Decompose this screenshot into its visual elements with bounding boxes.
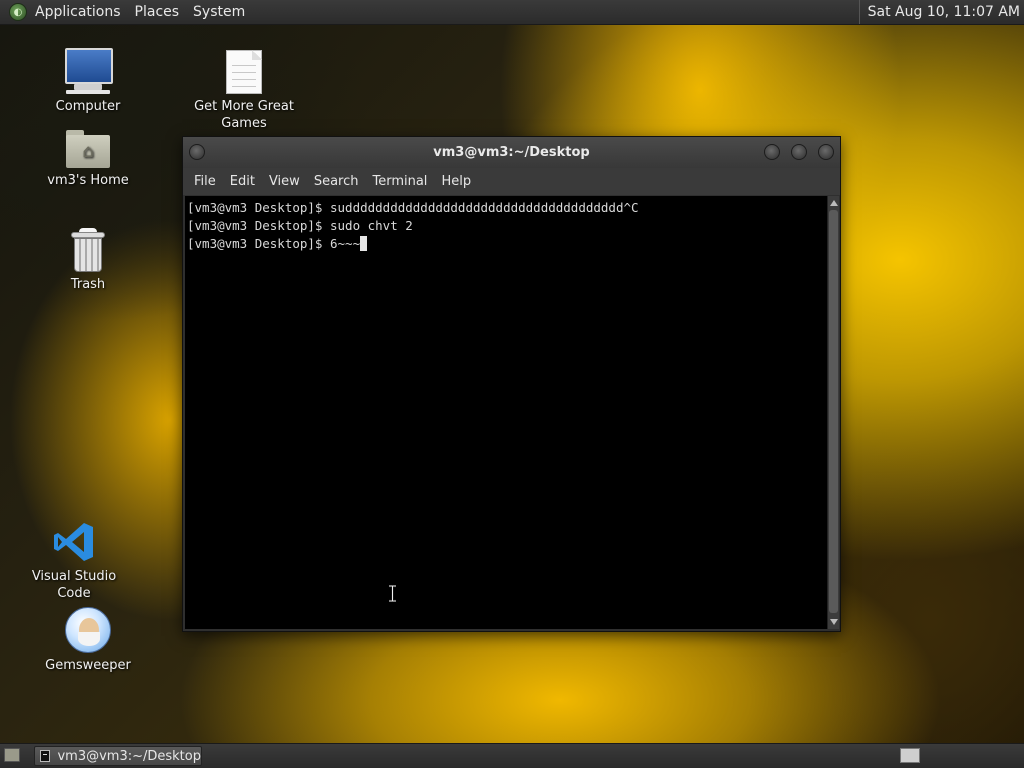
bottom-panel: vm3@vm3:~/Desktop <box>0 743 1024 768</box>
desktop-icon-gemsweeper[interactable]: Gemsweeper <box>28 607 148 674</box>
desktop-icon-label: Gemsweeper <box>45 658 131 673</box>
terminal-line-current: [vm3@vm3 Desktop]$ 6~~~ <box>187 235 825 253</box>
top-panel: ◐ Applications Places System Sat Aug 10,… <box>0 0 1024 25</box>
document-icon <box>226 50 262 94</box>
menu-file[interactable]: File <box>187 168 223 195</box>
menu-edit[interactable]: Edit <box>223 168 262 195</box>
applications-menu[interactable]: Applications <box>33 0 129 24</box>
terminal-window[interactable]: vm3@vm3:~/Desktop File Edit View Search … <box>182 136 841 632</box>
desktop-icon-label: vm3's Home <box>47 173 129 188</box>
desktop-icon-label: Visual Studio Code <box>31 569 117 601</box>
show-desktop-icon[interactable] <box>4 748 20 762</box>
menu-terminal[interactable]: Terminal <box>365 168 434 195</box>
clock[interactable]: Sat Aug 10, 11:07 AM <box>858 0 1020 24</box>
close-button[interactable] <box>818 144 834 160</box>
places-menu[interactable]: Places <box>129 0 188 24</box>
desktop-icon-vscode[interactable]: Visual Studio Code <box>14 520 134 602</box>
taskbar-button-label: vm3@vm3:~/Desktop <box>57 748 201 764</box>
gemsweeper-icon <box>65 607 111 653</box>
window-menu-button[interactable] <box>189 144 205 160</box>
scrollbar-thumb[interactable] <box>829 210 838 613</box>
maximize-button[interactable] <box>791 144 807 160</box>
terminal-titlebar[interactable]: vm3@vm3:~/Desktop <box>183 137 840 168</box>
trash-icon <box>71 228 105 272</box>
minimize-button[interactable] <box>764 144 780 160</box>
terminal-scrollbar[interactable] <box>827 196 839 629</box>
text-cursor <box>360 236 368 251</box>
terminal-line: [vm3@vm3 Desktop]$ sudo chvt 2 <box>187 218 413 233</box>
terminal-line-text: [vm3@vm3 Desktop]$ 6~~~ <box>187 236 361 251</box>
vscode-icon <box>52 520 96 564</box>
terminal-icon <box>40 750 51 762</box>
desktop-icon-home[interactable]: ⌂ vm3's Home <box>28 130 148 189</box>
home-folder-icon: ⌂ <box>66 130 110 168</box>
desktop-icon-label: Get More Great Games <box>194 99 294 131</box>
workspace-switcher[interactable] <box>900 748 920 763</box>
scroll-down-arrow-icon[interactable] <box>830 619 838 625</box>
menu-help[interactable]: Help <box>434 168 478 195</box>
system-menu[interactable]: System <box>187 0 253 24</box>
menu-search[interactable]: Search <box>307 168 366 195</box>
desktop-icon-trash[interactable]: Trash <box>28 228 148 293</box>
scroll-up-arrow-icon[interactable] <box>830 200 838 206</box>
terminal-output[interactable]: [vm3@vm3 Desktop]$ suddddddddddddddddddd… <box>185 196 827 629</box>
menu-view[interactable]: View <box>262 168 307 195</box>
taskbar-button-terminal[interactable]: vm3@vm3:~/Desktop <box>34 746 202 766</box>
desktop-icon-label: Computer <box>55 99 121 114</box>
distro-logo-icon[interactable]: ◐ <box>9 3 27 21</box>
window-title: vm3@vm3:~/Desktop <box>433 145 590 160</box>
desktop-icon-get-more-games[interactable]: Get More Great Games <box>184 50 304 132</box>
desktop-icon-label: Trash <box>70 277 106 292</box>
terminal-line: [vm3@vm3 Desktop]$ suddddddddddddddddddd… <box>187 200 639 215</box>
desktop-icon-computer[interactable]: Computer <box>28 46 148 115</box>
terminal-menubar: File Edit View Search Terminal Help <box>183 168 840 195</box>
computer-icon <box>64 46 113 94</box>
